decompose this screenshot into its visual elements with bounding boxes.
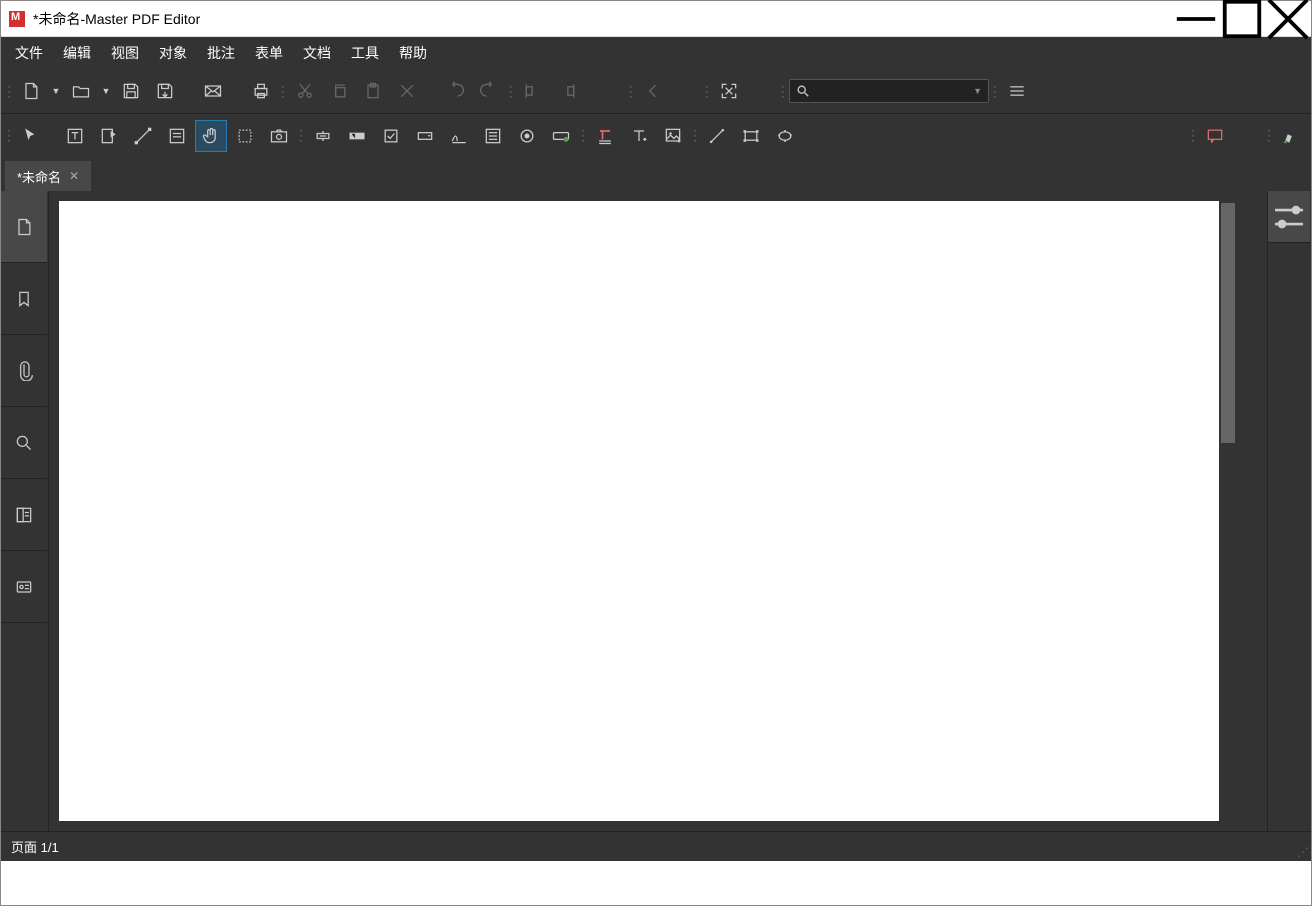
align-left-button (517, 75, 549, 107)
redo-button (473, 75, 505, 107)
menu-document[interactable]: 文档 (293, 39, 341, 67)
menu-file[interactable]: 文件 (5, 39, 53, 67)
edit-forms-tool[interactable] (161, 120, 193, 152)
select-tool[interactable] (15, 120, 47, 152)
delete-button (391, 75, 423, 107)
signature-tool[interactable] (443, 120, 475, 152)
document-tab-strip: *未命名 ✕ (1, 157, 1311, 191)
edit-vector-tool[interactable] (127, 120, 159, 152)
toolbar-grip[interactable] (5, 122, 13, 150)
maximize-button[interactable] (1219, 1, 1265, 37)
menu-form[interactable]: 表单 (245, 39, 293, 67)
minimize-button[interactable] (1173, 1, 1219, 37)
toolbar-grip[interactable] (579, 122, 587, 150)
cut-button (289, 75, 321, 107)
edit-text-tool[interactable] (59, 120, 91, 152)
undo-button (439, 75, 471, 107)
left-side-panel (1, 191, 49, 831)
window-title: *未命名-Master PDF Editor (33, 9, 1173, 29)
fit-page-button[interactable] (713, 75, 745, 107)
combobox-tool[interactable] (409, 120, 441, 152)
title-bar: *未命名-Master PDF Editor (1, 1, 1311, 37)
toolbar-grip[interactable] (779, 77, 787, 105)
toolbar-main: ▼ ▼ ▼ (1, 69, 1311, 113)
hamburger-menu-button[interactable] (1001, 75, 1033, 107)
text-field-tool[interactable] (341, 120, 373, 152)
new-file-dropdown[interactable]: ▼ (49, 75, 63, 107)
properties-panel-tab[interactable] (1268, 191, 1310, 243)
search-panel-tab[interactable] (1, 407, 47, 479)
radio-tool[interactable] (511, 120, 543, 152)
paste-button (357, 75, 389, 107)
layers-panel-tab[interactable] (1, 479, 47, 551)
save-button[interactable] (115, 75, 147, 107)
toolbar-grip[interactable] (5, 77, 13, 105)
list-tool[interactable] (477, 120, 509, 152)
open-file-button[interactable] (65, 75, 97, 107)
toolbar-grip[interactable] (507, 77, 515, 105)
menu-tools[interactable]: 工具 (341, 39, 389, 67)
line-tool[interactable] (701, 120, 733, 152)
select-region-tool[interactable] (229, 120, 261, 152)
vertical-scrollbar[interactable] (1219, 201, 1237, 821)
search-icon (796, 84, 810, 98)
email-button[interactable] (197, 75, 229, 107)
toolbar-grip[interactable] (691, 122, 699, 150)
app-icon (9, 11, 25, 27)
signatures-panel-tab[interactable] (1, 551, 47, 623)
menu-edit[interactable]: 编辑 (53, 39, 101, 67)
snapshot-tool[interactable] (263, 120, 295, 152)
menu-view[interactable]: 视图 (101, 39, 149, 67)
menu-annotate[interactable]: 批注 (197, 39, 245, 67)
insert-text-tool[interactable] (623, 120, 655, 152)
search-dropdown-icon[interactable]: ▼ (973, 86, 982, 96)
attachments-panel-tab[interactable] (1, 335, 47, 407)
toolbar-grip[interactable] (627, 77, 635, 105)
page-indicator: 页面 1/1 (11, 837, 59, 856)
align-right-button (551, 75, 583, 107)
ellipse-tool[interactable] (769, 120, 801, 152)
highlight-tool[interactable] (589, 120, 621, 152)
search-input[interactable]: ▼ (789, 79, 989, 103)
toolbar-grip[interactable] (297, 122, 305, 150)
open-file-dropdown[interactable]: ▼ (99, 75, 113, 107)
checkbox-tool[interactable] (375, 120, 407, 152)
canvas-area[interactable] (49, 191, 1267, 831)
print-button[interactable] (245, 75, 277, 107)
status-bar: 页面 1/1 ⋰ (1, 831, 1311, 861)
menu-bar: 文件 编辑 视图 对象 批注 表单 文档 工具 帮助 (1, 37, 1311, 69)
link-tool[interactable] (307, 120, 339, 152)
insert-image-tool[interactable] (657, 120, 689, 152)
toolbar-grip[interactable] (991, 77, 999, 105)
menu-help[interactable]: 帮助 (389, 39, 437, 67)
close-button[interactable] (1265, 1, 1311, 37)
bookmarks-panel-tab[interactable] (1, 263, 47, 335)
right-side-panel (1267, 191, 1311, 831)
toolbar-tools (1, 113, 1311, 157)
toolbar-grip[interactable] (1265, 122, 1273, 150)
rectangle-tool[interactable] (735, 120, 767, 152)
toolbar-grip[interactable] (703, 77, 711, 105)
menu-object[interactable]: 对象 (149, 39, 197, 67)
toolbar-grip[interactable] (1189, 122, 1197, 150)
highlighter-tool[interactable] (1275, 120, 1307, 152)
prev-page-button (637, 75, 669, 107)
comment-tool[interactable] (1199, 120, 1231, 152)
pages-panel-tab[interactable] (1, 191, 47, 263)
document-tab[interactable]: *未命名 ✕ (5, 161, 91, 191)
toolbar-grip[interactable] (279, 77, 287, 105)
edit-document-tool[interactable] (93, 120, 125, 152)
new-file-button[interactable] (15, 75, 47, 107)
save-as-button[interactable] (149, 75, 181, 107)
document-tab-label: *未命名 (17, 167, 61, 186)
resize-grip-icon[interactable]: ⋰ (1297, 845, 1309, 859)
copy-button (323, 75, 355, 107)
button-tool[interactable] (545, 120, 577, 152)
close-tab-icon[interactable]: ✕ (69, 169, 79, 183)
page-canvas[interactable] (59, 201, 1219, 821)
scrollbar-thumb[interactable] (1221, 203, 1235, 443)
hand-tool[interactable] (195, 120, 227, 152)
workspace (1, 191, 1311, 831)
